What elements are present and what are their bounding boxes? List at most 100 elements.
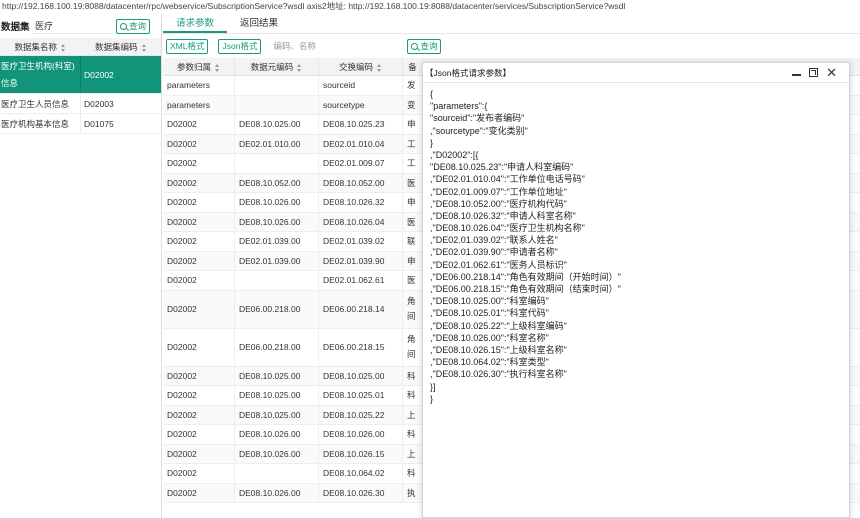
exchange-code-cell: DE08.10.025.00 [319,366,403,385]
param-owner-cell: D02002 [163,425,235,444]
col-dataset-code[interactable]: 数据集编码 [81,38,162,55]
params-toolbar: XML格式 Json格式 编码、名称 查询 [163,34,860,58]
col-remark[interactable]: 备 [403,58,423,75]
param-owner-cell: D02002 [163,386,235,405]
json-line: ,"DE08.10.026.15":"上级科室名称" [430,344,567,355]
close-icon[interactable]: ✕ [826,66,837,79]
param-filter-input[interactable]: 编码、名称 [271,40,407,52]
json-line: ,"DE02.01.009.07":"工作单位地址" [430,186,567,197]
param-query-label: 查询 [420,41,438,51]
json-line: ,"DE02.01.039.90":"申请者名称" [430,247,558,258]
exchange-code-cell: DE08.10.025.23 [319,115,403,134]
remark-cell: 科 [403,386,423,405]
param-owner-cell: D02002 [163,212,235,231]
json-line: "DE08.10.025.23":"申请人科室编码" [430,162,574,173]
col-element-code[interactable]: 数据元编码 [235,58,319,75]
json-line: ,"DE02.01.039.02":"联系人姓名" [430,235,558,246]
element-code-cell: DE08.10.026.00 [235,193,319,212]
sort-icon[interactable] [141,43,147,52]
remark-cell: 工 [403,134,423,153]
minimize-icon[interactable] [792,74,802,76]
element-code-cell: DE08.10.026.00 [235,444,319,463]
sort-icon[interactable] [377,63,382,72]
remark-cell: 医 [403,271,423,290]
col-dataset-name[interactable]: 数据集名称 [0,38,81,55]
dataset-query-button[interactable]: 查询 [116,18,151,34]
dataset-row[interactable]: 医疗机构基本信息 D01075 [0,114,161,134]
exchange-code-cell: DE08.10.025.01 [319,386,403,405]
dataset-row[interactable]: 医疗卫生机构(科室)信息 D02002 [0,56,161,94]
sort-icon[interactable] [61,43,66,52]
params-tabs: 请求参数 返回结果 [163,14,860,34]
exchange-code-cell: DE02.01.010.04 [319,134,403,153]
param-owner-cell: D02002 [163,464,235,483]
json-line: ,"DE08.10.025.00":"科室编码" [430,296,549,307]
exchange-code-cell: DE06.00.218.14 [319,290,403,328]
remark-cell: 上 [403,444,423,463]
param-owner-cell: D02002 [163,444,235,463]
element-code-cell: DE02.01.010.00 [235,134,319,153]
param-query-button[interactable]: 查询 [407,38,442,54]
element-code-cell: DE08.10.025.00 [235,115,319,134]
remark-cell: 工 [403,154,423,173]
json-format-button[interactable]: Json格式 [218,38,262,54]
exchange-code-cell: DE06.00.218.15 [319,328,403,366]
exchange-code-cell: DE02.01.009.07 [319,154,403,173]
element-code-cell: DE08.10.026.00 [235,425,319,444]
remark-cell: 角 间 [403,328,423,366]
search-icon [120,22,127,30]
sort-icon[interactable] [297,63,302,72]
element-code-cell [235,464,319,483]
remark-cell: 申 [403,115,423,134]
json-line: ,"DE06.00.218.15":"角色有效期间（结束时间）" [430,284,621,294]
element-code-cell [235,76,319,95]
element-code-cell [235,154,319,173]
dataset-search-input[interactable]: 医疗 [32,19,116,34]
element-code-cell [235,271,319,290]
dataset-code-cell: D02003 [80,94,161,113]
dataset-name-cell: 医疗机构基本信息 [1,119,70,129]
json-line: ,"DE08.10.052.00":"医疗机构代码" [430,198,567,209]
param-owner-cell: D02002 [163,271,235,290]
dataset-row[interactable]: 医疗卫生人员信息 D02003 [0,94,161,114]
remark-cell: 科 [403,425,423,444]
remark-cell: 发 [403,76,423,95]
remark-cell: 联 [403,232,423,251]
element-code-cell: DE02.01.039.00 [235,251,319,270]
dataset-name-cell: 医疗卫生人员信息 [1,99,70,109]
exchange-code-cell: DE02.01.039.02 [319,232,403,251]
json-line: ,"DE06.00.218.14":"角色有效期间（开始时间）" [430,271,621,282]
json-line: }] [430,381,436,392]
xml-format-button[interactable]: XML格式 [166,38,209,54]
exchange-code-cell: DE08.10.026.00 [319,425,403,444]
exchange-code-cell: DE08.10.064.02 [319,464,403,483]
element-code-cell: DE06.00.218.00 [235,328,319,366]
param-owner-cell: D02002 [163,290,235,328]
tab-request-params[interactable]: 请求参数 [163,14,228,33]
exchange-code-cell: DE08.10.025.22 [319,405,403,424]
remark-cell: 申 [403,193,423,212]
col-exchange-code[interactable]: 交换编码 [319,58,403,75]
exchange-code-cell: DE02.01.062.61 [319,271,403,290]
dialog-controls: ✕ [792,66,849,79]
tab-return-result[interactable]: 返回结果 [227,14,291,33]
remark-cell: 申 [403,251,423,270]
dataset-search-bar: 数据集 医疗 查询 [0,14,161,38]
dataset-panel: 数据集 医疗 查询 数据集名称 数据集编码 医疗卫生机构(科室)信息 D02002… [0,14,162,518]
remark-cell: 变 [403,95,423,114]
maximize-icon[interactable] [809,68,819,77]
col-param-owner[interactable]: 参数归属 [163,58,235,75]
json-line: ,"DE08.10.026.04":"医疗卫生机构名称" [430,223,585,234]
sort-icon[interactable] [215,63,220,72]
exchange-code-cell: DE02.01.039.90 [319,251,403,270]
json-line: ,"DE08.10.026.00":"科室名称" [430,332,549,343]
search-icon [411,42,419,50]
remark-cell: 科 [403,464,423,483]
dataset-code-cell: D01075 [80,114,161,133]
json-line: } [430,137,434,148]
element-code-cell [235,95,319,114]
remark-cell: 上 [403,405,423,424]
json-line: ,"D02002":[{ [430,149,479,160]
param-owner-cell: D02002 [163,193,235,212]
param-owner-cell: D02002 [163,483,235,502]
